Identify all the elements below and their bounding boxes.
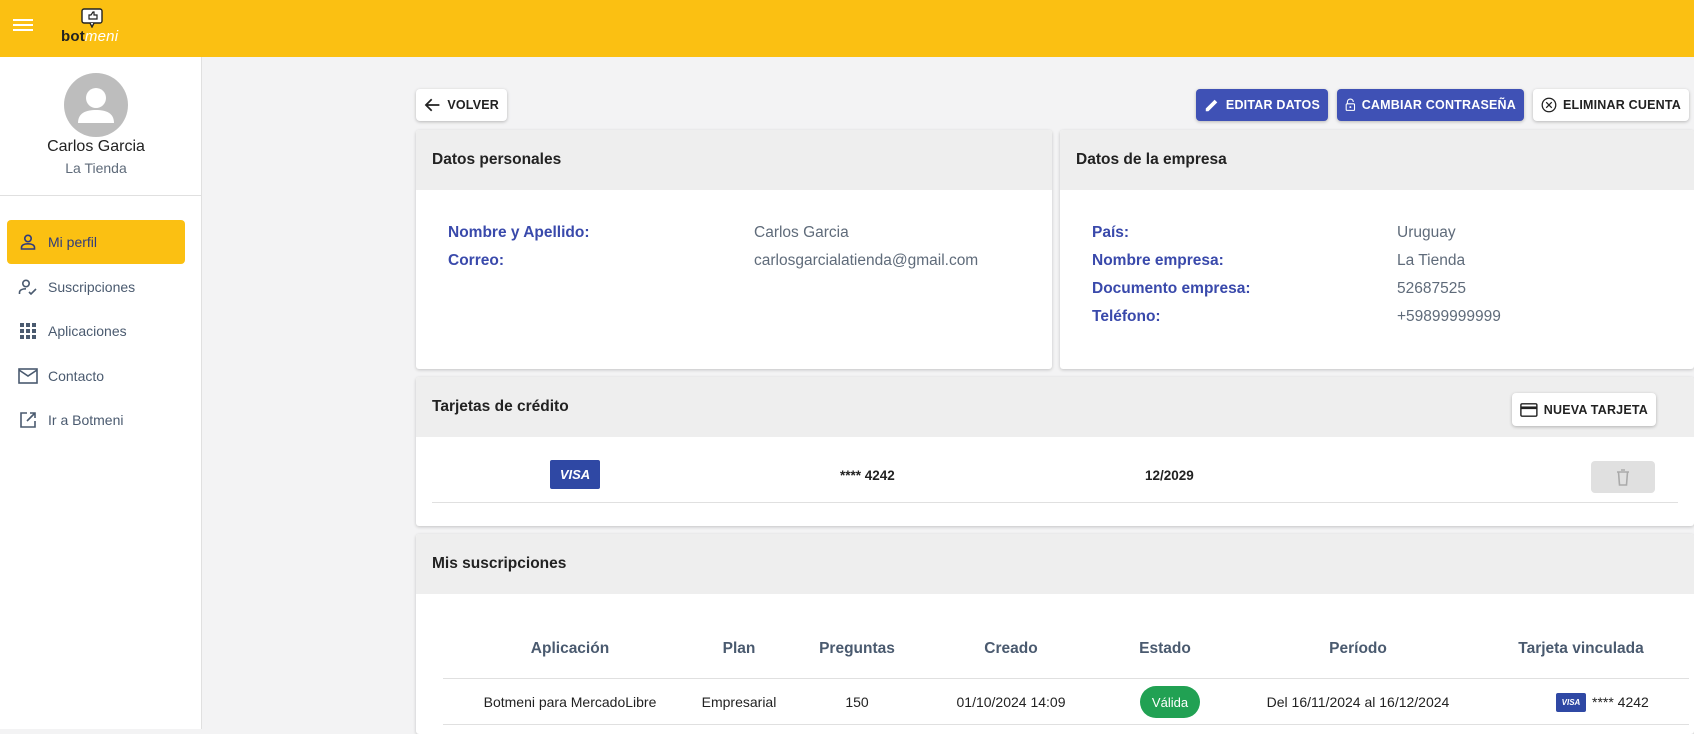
subscription-created: 01/10/2024 14:09 — [956, 694, 1066, 710]
lock-open-icon — [1345, 98, 1356, 111]
sidebar-item-label: Aplicaciones — [48, 323, 127, 339]
sidebar-item-suscripciones[interactable]: Suscripciones — [7, 265, 185, 309]
company-data-card: Datos de la empresa País: Uruguay Nombre… — [1060, 130, 1694, 369]
apps-grid-icon — [17, 320, 39, 342]
sidebar-divider — [0, 195, 201, 196]
card-title: Datos de la empresa — [1060, 130, 1694, 190]
field-value: Carlos Garcia — [754, 224, 849, 241]
cancel-circle-icon — [1541, 97, 1557, 113]
subscription-period: Del 16/11/2024 al 16/12/2024 — [1266, 694, 1450, 710]
avatar[interactable] — [64, 73, 128, 137]
row-divider — [432, 502, 1678, 503]
field-label: País: — [1092, 224, 1130, 241]
field-value: La Tienda — [1397, 252, 1466, 269]
trash-icon — [1617, 469, 1629, 486]
field-value: carlosgarcialatienda@gmail.com — [754, 252, 979, 269]
card-title: Datos personales — [416, 130, 1052, 190]
pencil-icon — [1205, 99, 1218, 112]
card-expiry: 12/2029 — [1145, 468, 1194, 483]
delete-card-button[interactable] — [1591, 461, 1655, 493]
sidebar-item-mi-perfil[interactable]: Mi perfil — [7, 220, 185, 264]
delete-account-button[interactable]: ELIMINAR CUENTA — [1533, 89, 1689, 121]
column-header: Período — [1329, 640, 1387, 657]
edit-data-button[interactable]: EDITAR DATOS — [1196, 89, 1328, 121]
arrow-left-icon — [424, 98, 440, 112]
sidebar: Carlos Garcia La Tienda Mi perfil Suscri… — [0, 57, 202, 729]
field-value: +59899999999 — [1397, 308, 1501, 325]
subscription-plan: Empresarial — [701, 694, 777, 710]
open-external-icon — [17, 409, 39, 431]
sidebar-item-label: Contacto — [48, 367, 105, 384]
credit-card-icon — [1520, 402, 1538, 417]
field-label: Teléfono: — [1092, 308, 1161, 325]
top-bar: botmeni — [0, 0, 1694, 57]
logo-wordmark: botmeni — [61, 28, 119, 45]
card-number: **** 4242 — [840, 468, 895, 483]
column-header: Plan — [722, 640, 756, 657]
field-label: Nombre y Apellido: — [448, 224, 590, 241]
field-value: 52687525 — [1397, 280, 1466, 297]
subscription-questions: 150 — [845, 694, 869, 710]
card-title: Tarjetas de crédito — [416, 377, 1694, 437]
row-divider — [443, 678, 1689, 679]
person-check-icon — [17, 276, 39, 298]
linked-card-number: **** 4242 — [1592, 694, 1649, 710]
user-company: La Tienda — [65, 160, 127, 176]
personal-data-card: Datos personales Nombre y Apellido: Carl… — [416, 130, 1052, 369]
field-label: Documento empresa: — [1092, 280, 1251, 297]
logo-bubble-icon — [81, 8, 103, 28]
column-header: Aplicación — [530, 640, 610, 657]
user-name: Carlos Garcia — [47, 138, 145, 155]
sidebar-item-contacto[interactable]: Contacto — [7, 354, 185, 398]
visa-logo: VISA — [1556, 693, 1586, 712]
sidebar-item-label: Ir a Botmeni — [48, 412, 124, 428]
subscription-app: Botmeni para MercadoLibre — [483, 694, 657, 710]
field-label: Nombre empresa: — [1092, 252, 1224, 269]
person-icon — [17, 231, 39, 253]
column-header: Creado — [984, 640, 1038, 657]
menu-icon[interactable] — [13, 16, 35, 38]
sidebar-nav: Mi perfil Suscripciones Aplicaciones Con… — [7, 220, 185, 443]
mail-icon — [17, 365, 39, 387]
credit-cards-card: Tarjetas de crédito NUEVA TARJETA VISA *… — [416, 377, 1694, 526]
column-header: Preguntas — [819, 640, 895, 657]
visa-logo: VISA — [550, 460, 600, 489]
botmeni-logo[interactable]: botmeni — [60, 8, 130, 48]
card-title: Mis suscripciones — [416, 534, 1694, 594]
sidebar-item-label: Mi perfil — [48, 234, 98, 250]
change-password-button[interactable]: CAMBIAR CONTRASEÑA — [1337, 89, 1524, 121]
column-header: Estado — [1139, 640, 1191, 657]
avatar-person-icon — [78, 88, 114, 123]
subscriptions-card: Mis suscripciones Aplicación Plan Pregun… — [416, 534, 1694, 734]
sidebar-item-aplicaciones[interactable]: Aplicaciones — [7, 309, 185, 353]
new-card-button[interactable]: NUEVA TARJETA — [1512, 393, 1656, 426]
sidebar-item-ir-a-botmeni[interactable]: Ir a Botmeni — [7, 398, 185, 442]
field-label: Correo: — [448, 252, 504, 269]
row-divider — [443, 724, 1689, 725]
sidebar-item-label: Suscripciones — [48, 278, 136, 295]
column-header: Tarjeta vinculada — [1518, 640, 1644, 657]
back-button[interactable]: VOLVER — [416, 89, 507, 121]
field-value: Uruguay — [1397, 224, 1456, 241]
status-badge: Válida — [1140, 686, 1200, 718]
